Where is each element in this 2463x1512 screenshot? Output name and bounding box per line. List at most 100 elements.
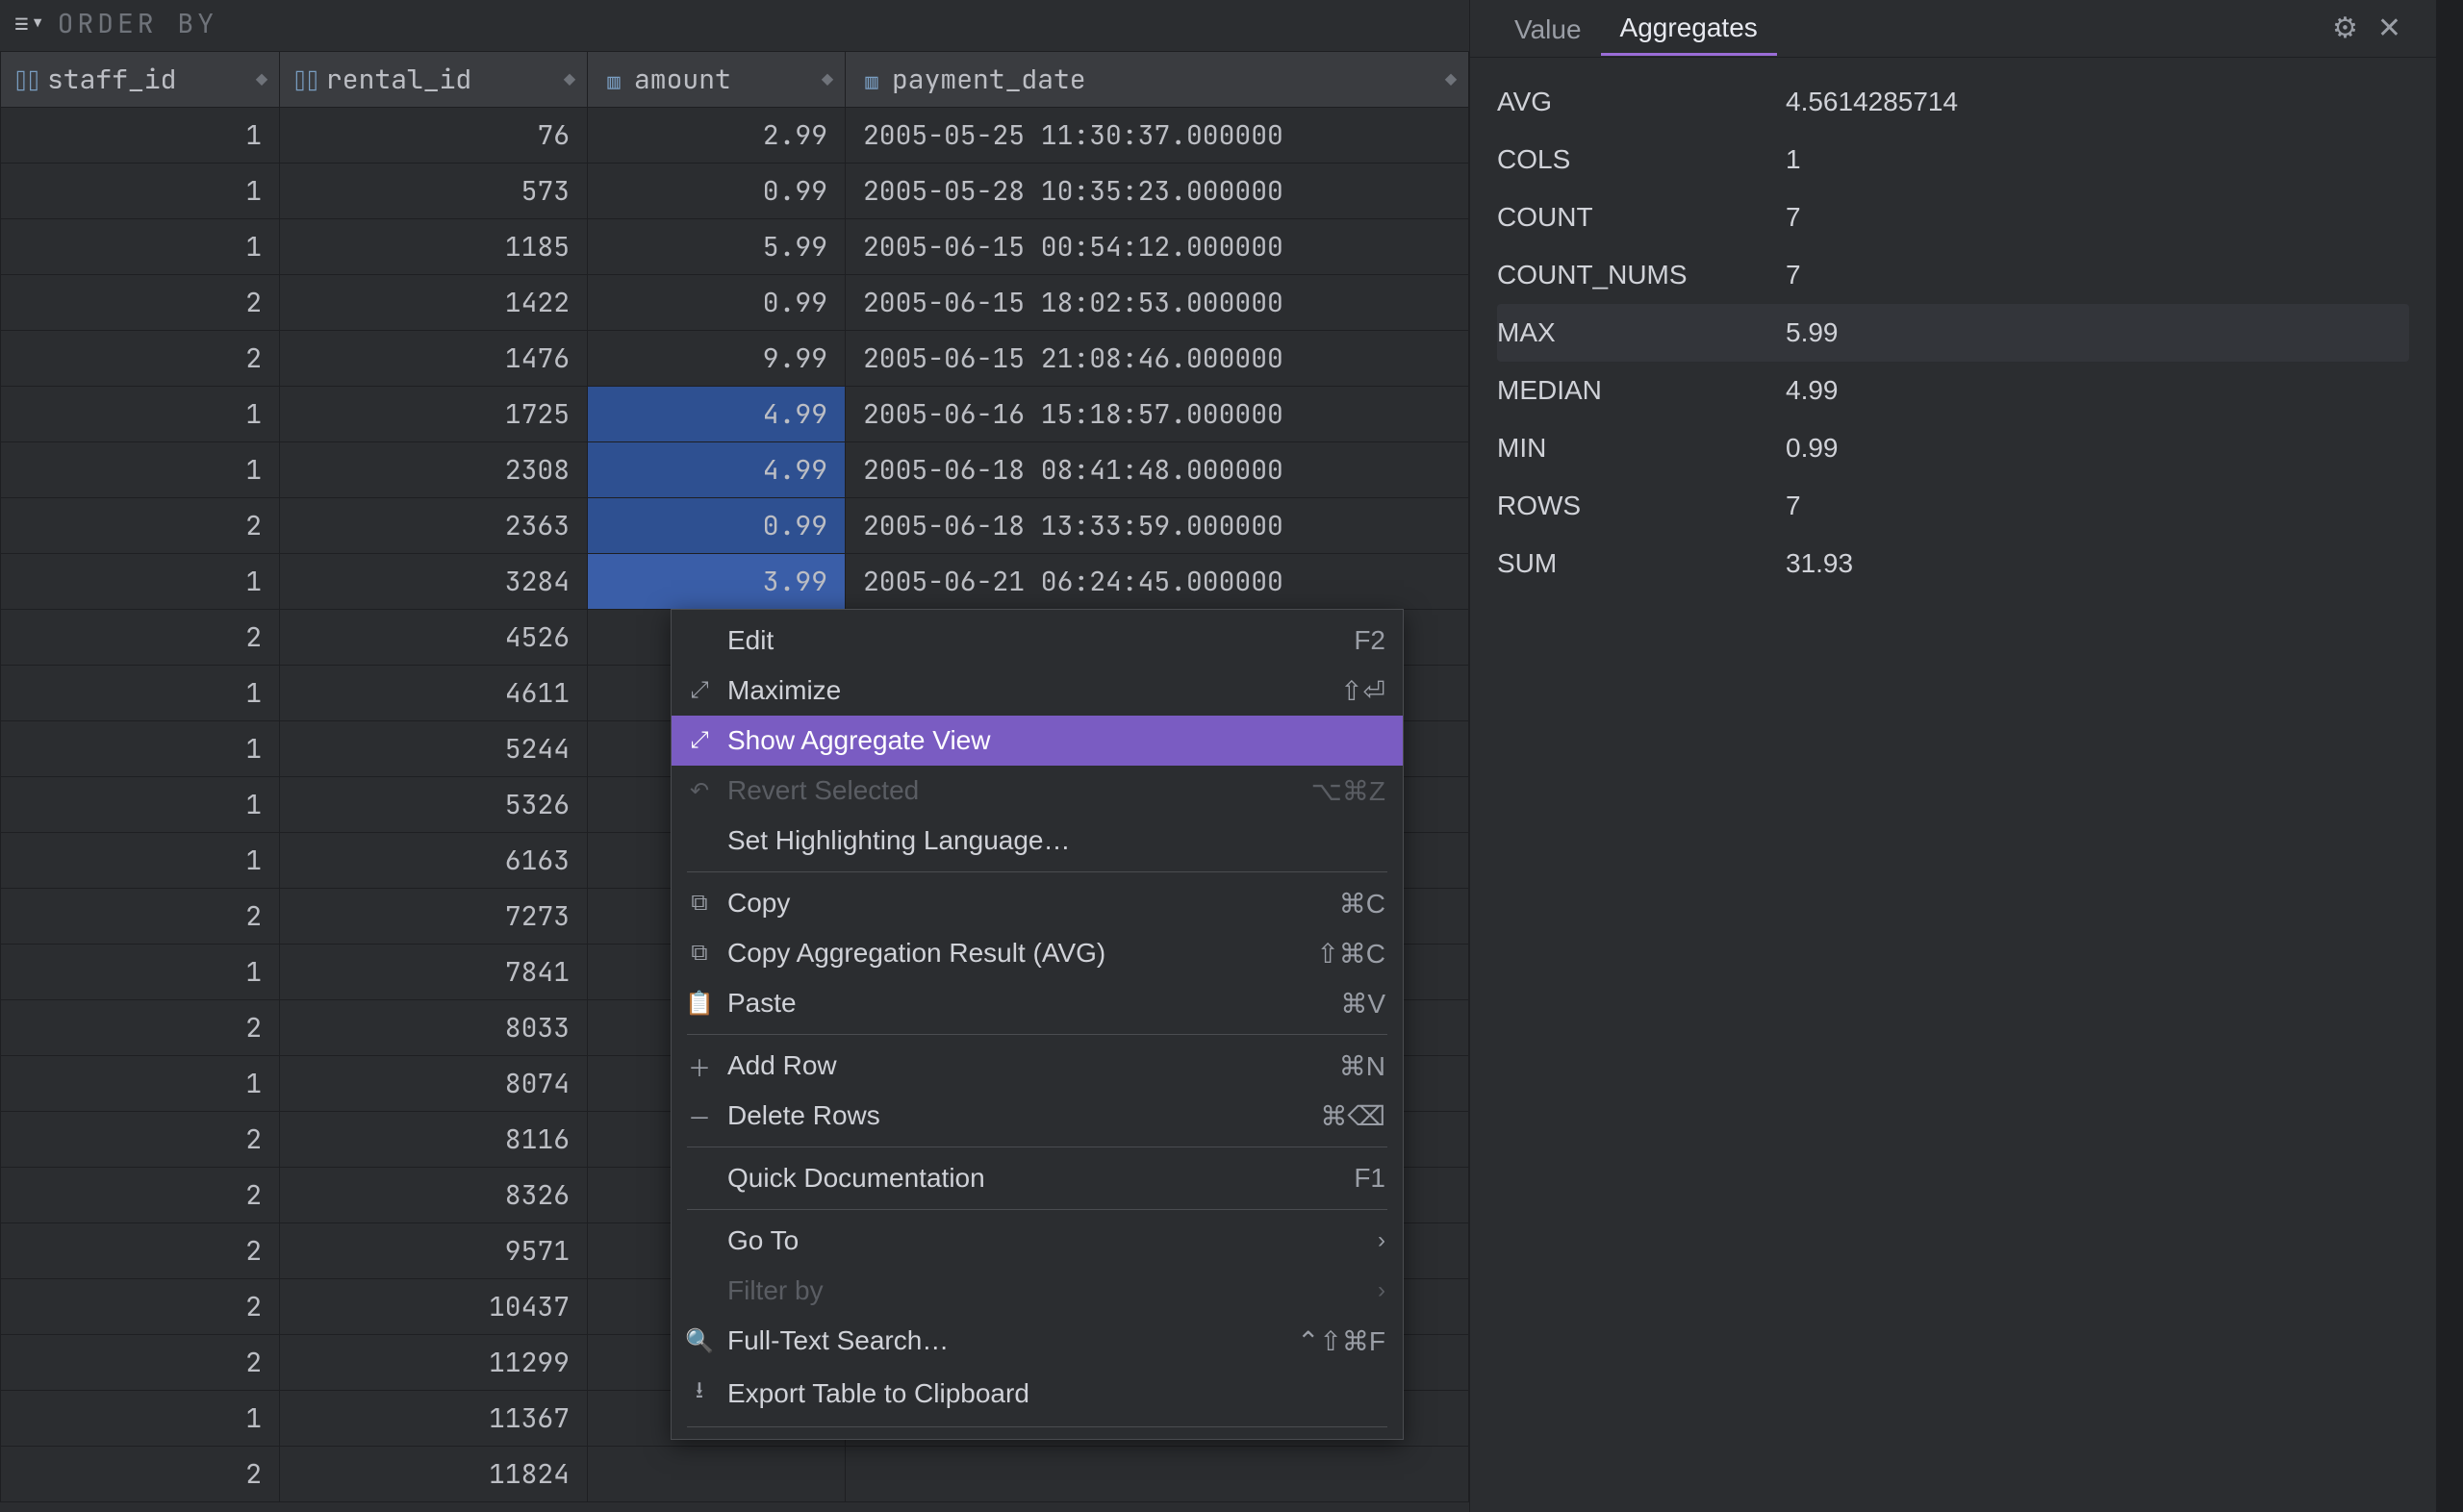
cell-payment_date[interactable]: 2005-05-28 10:35:23.000000 bbox=[846, 164, 1469, 219]
cell-rental_id[interactable]: 4611 bbox=[280, 666, 588, 721]
menu-edit[interactable]: Edit F2 bbox=[672, 616, 1403, 666]
column-header-rental_id[interactable]: ⌷⌷rental_id◆ bbox=[280, 52, 588, 108]
column-header-staff_id[interactable]: ⌷⌷staff_id◆ bbox=[1, 52, 280, 108]
cell-staff_id[interactable]: 1 bbox=[1, 164, 280, 219]
menu-copy[interactable]: ⧉ Copy ⌘C bbox=[672, 878, 1403, 928]
cell-amount[interactable]: 2.99 bbox=[588, 108, 846, 164]
cell-rental_id[interactable]: 11824 bbox=[280, 1447, 588, 1502]
cell-payment_date[interactable]: 2005-05-25 11:30:37.000000 bbox=[846, 108, 1469, 164]
cell-staff_id[interactable]: 1 bbox=[1, 1391, 280, 1447]
table-row[interactable]: 223630.992005-06-18 13:33:59.000000 bbox=[1, 498, 1469, 554]
menu-delete-rows[interactable]: － Delete Rows ⌘⌫ bbox=[672, 1091, 1403, 1141]
cell-staff_id[interactable]: 2 bbox=[1, 1168, 280, 1223]
column-header-amount[interactable]: ▥amount◆ bbox=[588, 52, 846, 108]
cell-amount[interactable]: 4.99 bbox=[588, 387, 846, 442]
cell-rental_id[interactable]: 5244 bbox=[280, 721, 588, 777]
cell-rental_id[interactable]: 1185 bbox=[280, 219, 588, 275]
tab-aggregates[interactable]: Aggregates bbox=[1601, 1, 1777, 56]
cell-rental_id[interactable]: 10437 bbox=[280, 1279, 588, 1335]
cell-staff_id[interactable]: 1 bbox=[1, 833, 280, 889]
cell-rental_id[interactable]: 1422 bbox=[280, 275, 588, 331]
aggregate-row-avg[interactable]: AVG4.5614285714 bbox=[1497, 73, 2409, 131]
menu-quick-documentation[interactable]: Quick Documentation F1 bbox=[672, 1153, 1403, 1203]
cell-staff_id[interactable]: 2 bbox=[1, 331, 280, 387]
cell-staff_id[interactable]: 1 bbox=[1, 666, 280, 721]
menu-paste[interactable]: 📋 Paste ⌘V bbox=[672, 978, 1403, 1028]
cell-rental_id[interactable]: 8074 bbox=[280, 1056, 588, 1112]
cell-staff_id[interactable]: 2 bbox=[1, 1000, 280, 1056]
table-row[interactable]: 132843.992005-06-21 06:24:45.000000 bbox=[1, 554, 1469, 610]
gear-icon[interactable]: ⚙ bbox=[2323, 12, 2368, 45]
aggregate-row-count_nums[interactable]: COUNT_NUMS7 bbox=[1497, 246, 2409, 304]
sort-indicator-icon[interactable]: ◆ bbox=[256, 67, 267, 92]
cell-rental_id[interactable]: 573 bbox=[280, 164, 588, 219]
cell-staff_id[interactable]: 2 bbox=[1, 1279, 280, 1335]
table-row[interactable]: 15730.992005-05-28 10:35:23.000000 bbox=[1, 164, 1469, 219]
aggregate-row-count[interactable]: COUNT7 bbox=[1497, 189, 2409, 246]
cell-payment_date[interactable] bbox=[846, 1447, 1469, 1502]
cell-staff_id[interactable]: 1 bbox=[1, 1056, 280, 1112]
cell-rental_id[interactable]: 9571 bbox=[280, 1223, 588, 1279]
cell-staff_id[interactable]: 1 bbox=[1, 442, 280, 498]
table-row[interactable]: 214769.992005-06-15 21:08:46.000000 bbox=[1, 331, 1469, 387]
aggregate-row-sum[interactable]: SUM31.93 bbox=[1497, 535, 2409, 592]
cell-amount[interactable]: 3.99 bbox=[588, 554, 846, 610]
cell-amount[interactable]: 9.99 bbox=[588, 331, 846, 387]
cell-amount[interactable]: 4.99 bbox=[588, 442, 846, 498]
cell-staff_id[interactable]: 1 bbox=[1, 721, 280, 777]
menu-maximize[interactable]: ⤢ Maximize ⇧⏎ bbox=[672, 666, 1403, 716]
cell-staff_id[interactable]: 2 bbox=[1, 1112, 280, 1168]
cell-rental_id[interactable]: 8116 bbox=[280, 1112, 588, 1168]
cell-amount[interactable]: 0.99 bbox=[588, 275, 846, 331]
menu-full-text-search[interactable]: 🔍 Full-Text Search… ⌃⇧⌘F bbox=[672, 1316, 1403, 1366]
cell-staff_id[interactable]: 2 bbox=[1, 610, 280, 666]
cell-rental_id[interactable]: 2308 bbox=[280, 442, 588, 498]
cell-payment_date[interactable]: 2005-06-21 06:24:45.000000 bbox=[846, 554, 1469, 610]
cell-staff_id[interactable]: 1 bbox=[1, 108, 280, 164]
cell-staff_id[interactable]: 1 bbox=[1, 387, 280, 442]
cell-staff_id[interactable]: 2 bbox=[1, 275, 280, 331]
cell-payment_date[interactable]: 2005-06-16 15:18:57.000000 bbox=[846, 387, 1469, 442]
cell-rental_id[interactable]: 8326 bbox=[280, 1168, 588, 1223]
cell-amount[interactable]: 0.99 bbox=[588, 164, 846, 219]
aggregate-row-median[interactable]: MEDIAN4.99 bbox=[1497, 362, 2409, 419]
cell-rental_id[interactable]: 8033 bbox=[280, 1000, 588, 1056]
aggregate-row-max[interactable]: MAX5.99 bbox=[1497, 304, 2409, 362]
cell-rental_id[interactable]: 11367 bbox=[280, 1391, 588, 1447]
cell-staff_id[interactable]: 1 bbox=[1, 945, 280, 1000]
cell-staff_id[interactable]: 2 bbox=[1, 498, 280, 554]
cell-rental_id[interactable]: 4526 bbox=[280, 610, 588, 666]
cell-staff_id[interactable]: 2 bbox=[1, 889, 280, 945]
tab-value[interactable]: Value bbox=[1495, 3, 1601, 55]
close-icon[interactable]: ✕ bbox=[2368, 12, 2411, 45]
menu-export-table[interactable]: ⭳ Export Table to Clipboard bbox=[672, 1366, 1403, 1421]
order-by-bar[interactable]: ≡▾ ORDER BY bbox=[0, 0, 1469, 51]
cell-rental_id[interactable]: 3284 bbox=[280, 554, 588, 610]
aggregate-row-cols[interactable]: COLS1 bbox=[1497, 131, 2409, 189]
sort-indicator-icon[interactable]: ◆ bbox=[1445, 67, 1457, 92]
cell-rental_id[interactable]: 7841 bbox=[280, 945, 588, 1000]
cell-payment_date[interactable]: 2005-06-18 13:33:59.000000 bbox=[846, 498, 1469, 554]
table-row[interactable]: 211824 bbox=[1, 1447, 1469, 1502]
table-row[interactable]: 1762.992005-05-25 11:30:37.000000 bbox=[1, 108, 1469, 164]
menu-copy-aggregation[interactable]: ⧉ Copy Aggregation Result (AVG) ⇧⌘C bbox=[672, 928, 1403, 978]
cell-rental_id[interactable]: 2363 bbox=[280, 498, 588, 554]
cell-payment_date[interactable]: 2005-06-18 08:41:48.000000 bbox=[846, 442, 1469, 498]
sort-indicator-icon[interactable]: ◆ bbox=[822, 67, 833, 92]
menu-show-aggregate-view[interactable]: ⤢ Show Aggregate View bbox=[672, 716, 1403, 766]
cell-payment_date[interactable]: 2005-06-15 18:02:53.000000 bbox=[846, 275, 1469, 331]
cell-rental_id[interactable]: 6163 bbox=[280, 833, 588, 889]
cell-rental_id[interactable]: 7273 bbox=[280, 889, 588, 945]
cell-staff_id[interactable]: 2 bbox=[1, 1335, 280, 1391]
aggregate-row-min[interactable]: MIN0.99 bbox=[1497, 419, 2409, 477]
cell-amount[interactable]: 5.99 bbox=[588, 219, 846, 275]
table-row[interactable]: 214220.992005-06-15 18:02:53.000000 bbox=[1, 275, 1469, 331]
cell-payment_date[interactable]: 2005-06-15 00:54:12.000000 bbox=[846, 219, 1469, 275]
cell-rental_id[interactable]: 1725 bbox=[280, 387, 588, 442]
aggregate-row-rows[interactable]: ROWS7 bbox=[1497, 477, 2409, 535]
menu-add-row[interactable]: ＋ Add Row ⌘N bbox=[672, 1041, 1403, 1091]
table-row[interactable]: 123084.992005-06-18 08:41:48.000000 bbox=[1, 442, 1469, 498]
cell-staff_id[interactable]: 2 bbox=[1, 1447, 280, 1502]
menu-go-to[interactable]: Go To › bbox=[672, 1216, 1403, 1266]
column-header-payment_date[interactable]: ▥payment_date◆ bbox=[846, 52, 1469, 108]
